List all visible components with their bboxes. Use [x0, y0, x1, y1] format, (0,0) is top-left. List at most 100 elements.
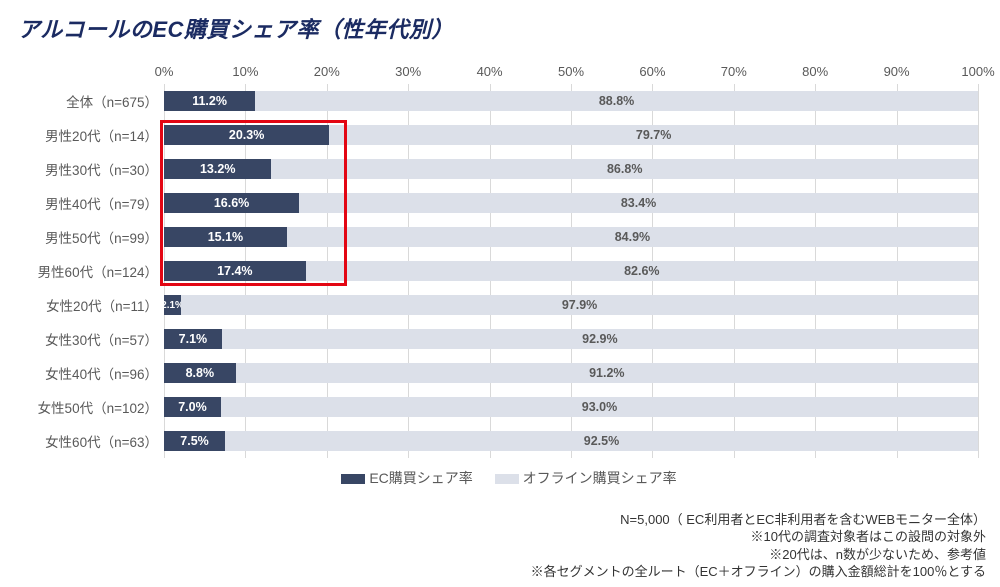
- x-tick: 100%: [961, 64, 994, 79]
- bar-category-label: 男性20代（n=14）: [14, 125, 158, 145]
- bar-category-label: 女性20代（n=11）: [14, 295, 158, 315]
- bar-row: 女性30代（n=57）7.1%92.9%: [164, 322, 978, 356]
- x-tick: 20%: [314, 64, 340, 79]
- x-tick: 80%: [802, 64, 828, 79]
- legend-swatch-off: [495, 474, 519, 484]
- bar-value-ec: 17.4%: [217, 264, 252, 278]
- bar-row: 女性40代（n=96）8.8%91.2%: [164, 356, 978, 390]
- bar-segment-ec: 7.1%: [164, 329, 222, 349]
- bar-row: 女性50代（n=102）7.0%93.0%: [164, 390, 978, 424]
- x-axis: 0% 10% 20% 30% 40% 50% 60% 70% 80% 90% 1…: [164, 64, 978, 84]
- bar-segment-offline: 92.5%: [225, 431, 978, 451]
- bar-row: 女性20代（n=11）2.1%97.9%: [164, 288, 978, 322]
- bar-category-label: 男性50代（n=99）: [14, 227, 158, 247]
- bar-value-ec: 8.8%: [186, 366, 215, 380]
- bar-value-ec: 13.2%: [200, 162, 235, 176]
- x-tick: 0%: [155, 64, 174, 79]
- bar-value-ec: 15.1%: [208, 230, 243, 244]
- bar-row: 男性60代（n=124）17.4%82.6%: [164, 254, 978, 288]
- bar-category-label: 女性50代（n=102）: [14, 397, 158, 417]
- bar-value-offline: 88.8%: [599, 94, 634, 108]
- footnote-line: N=5,000（ EC利用者とEC非利用者を含むWEBモニター全体）: [531, 511, 986, 529]
- bar-segment-offline: 91.2%: [236, 363, 978, 383]
- bar-category-label: 男性60代（n=124）: [14, 261, 158, 281]
- bar-segment-offline: 83.4%: [299, 193, 978, 213]
- footnote-line: ※各セグメントの全ルート（EC＋オフライン）の購入金額総計を100％とする: [531, 563, 986, 581]
- bar-segment-offline: 86.8%: [271, 159, 978, 179]
- bar-value-offline: 93.0%: [582, 400, 617, 414]
- page-title: アルコールのEC購買シェア率（性年代別）: [18, 12, 986, 44]
- bar-row: 女性60代（n=63）7.5%92.5%: [164, 424, 978, 458]
- x-tick: 50%: [558, 64, 584, 79]
- bar-segment-ec: 20.3%: [164, 125, 329, 145]
- bar-value-offline: 97.9%: [562, 298, 597, 312]
- bar-value-ec: 11.2%: [192, 94, 227, 108]
- legend-label-ec: EC購買シェア率: [369, 470, 472, 486]
- bar-track: 15.1% 84.9%: [164, 227, 978, 247]
- bar-category-label: 全体（n=675）: [14, 91, 158, 111]
- bar-track: 7.1% 92.9%: [164, 329, 978, 349]
- legend: EC購買シェア率 オフライン購買シェア率: [14, 468, 986, 488]
- bar-track: 11.2% 88.8%: [164, 91, 978, 111]
- bar-track: 13.2% 86.8%: [164, 159, 978, 179]
- bar-segment-ec: 13.2%: [164, 159, 271, 179]
- bar-value-ec: 7.5%: [180, 434, 209, 448]
- bar-segment-offline: 97.9%: [181, 295, 978, 315]
- bar-segment-offline: 82.6%: [306, 261, 978, 281]
- bar-value-offline: 91.2%: [589, 366, 624, 380]
- bar-value-ec: 7.1%: [179, 332, 208, 346]
- footnote-line: ※20代は、n数が少ないため、参考値: [531, 546, 986, 564]
- page: アルコールのEC購買シェア率（性年代別） 0% 10% 20% 30% 40% …: [0, 0, 1000, 587]
- x-tick: 10%: [232, 64, 258, 79]
- bar-value-offline: 92.5%: [584, 434, 619, 448]
- bar-category-label: 女性60代（n=63）: [14, 431, 158, 451]
- bar-segment-offline: 92.9%: [222, 329, 978, 349]
- bar-row: 男性20代（n=14）20.3%79.7%: [164, 118, 978, 152]
- bar-track: 8.8% 91.2%: [164, 363, 978, 383]
- x-tick: 40%: [477, 64, 503, 79]
- bar-segment-ec: 2.1%: [164, 295, 181, 315]
- bar-track: 17.4% 82.6%: [164, 261, 978, 281]
- bar-category-label: 女性30代（n=57）: [14, 329, 158, 349]
- bar-row: 男性50代（n=99）15.1%84.9%: [164, 220, 978, 254]
- bar-track: 2.1% 97.9%: [164, 295, 978, 315]
- bar-value-offline: 79.7%: [636, 128, 671, 142]
- bar-value-ec: 7.0%: [178, 400, 207, 414]
- bar-segment-offline: 84.9%: [287, 227, 978, 247]
- bar-segment-ec: 8.8%: [164, 363, 236, 383]
- bar-track: 16.6% 83.4%: [164, 193, 978, 213]
- bar-row: 男性30代（n=30）13.2%86.8%: [164, 152, 978, 186]
- bar-segment-offline: 79.7%: [329, 125, 978, 145]
- bar-category-label: 女性40代（n=96）: [14, 363, 158, 383]
- bar-segment-ec: 7.0%: [164, 397, 221, 417]
- bar-value-offline: 83.4%: [621, 196, 656, 210]
- bar-track: 7.5% 92.5%: [164, 431, 978, 451]
- bar-value-offline: 84.9%: [615, 230, 650, 244]
- x-tick: 90%: [884, 64, 910, 79]
- bar-value-ec: 16.6%: [214, 196, 249, 210]
- bar-segment-ec: 7.5%: [164, 431, 225, 451]
- bars-container: 全体（n=675）11.2%88.8%男性20代（n=14）20.3%79.7%…: [164, 84, 978, 458]
- bar-row: 全体（n=675）11.2%88.8%: [164, 84, 978, 118]
- x-tick: 60%: [639, 64, 665, 79]
- bar-segment-offline: 93.0%: [221, 397, 978, 417]
- x-tick: 30%: [395, 64, 421, 79]
- bar-value-offline: 86.8%: [607, 162, 642, 176]
- bar-value-offline: 82.6%: [624, 264, 659, 278]
- bar-segment-ec: 11.2%: [164, 91, 255, 111]
- footnote-line: ※10代の調査対象者はこの設問の対象外: [531, 528, 986, 546]
- footnotes: N=5,000（ EC利用者とEC非利用者を含むWEBモニター全体） ※10代の…: [531, 511, 986, 581]
- x-tick: 70%: [721, 64, 747, 79]
- bar-segment-offline: 88.8%: [255, 91, 978, 111]
- bar-value-offline: 92.9%: [582, 332, 617, 346]
- bar-segment-ec: 15.1%: [164, 227, 287, 247]
- bar-segment-ec: 16.6%: [164, 193, 299, 213]
- bar-row: 男性40代（n=79）16.6%83.4%: [164, 186, 978, 220]
- bar-category-label: 男性40代（n=79）: [14, 193, 158, 213]
- legend-swatch-ec: [341, 474, 365, 484]
- bar-track: 7.0% 93.0%: [164, 397, 978, 417]
- bar-value-ec: 20.3%: [229, 128, 264, 142]
- bar-segment-ec: 17.4%: [164, 261, 306, 281]
- legend-label-off: オフライン購買シェア率: [523, 470, 677, 486]
- bar-category-label: 男性30代（n=30）: [14, 159, 158, 179]
